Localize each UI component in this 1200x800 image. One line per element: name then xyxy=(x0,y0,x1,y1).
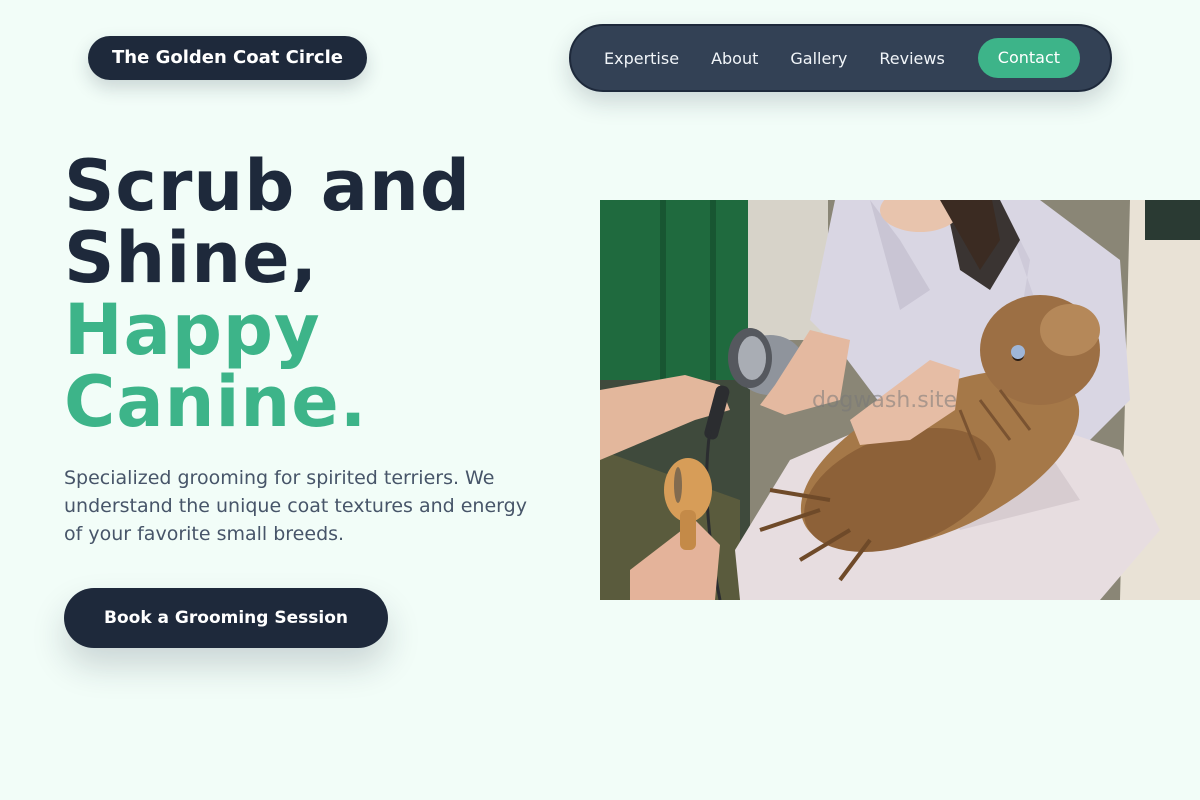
hero-description: Specialized grooming for spirited terrie… xyxy=(64,467,527,545)
main-nav: Expertise About Gallery Reviews Contact xyxy=(569,24,1112,92)
book-grooming-button[interactable]: Book a Grooming Session xyxy=(64,588,388,648)
nav-link-about[interactable]: About xyxy=(711,49,758,68)
hero-title-accent-line-2: Canine. xyxy=(64,361,368,443)
image-watermark: dogwash.site xyxy=(812,388,957,413)
contact-button[interactable]: Contact xyxy=(977,38,1081,78)
nav-link-gallery[interactable]: Gallery xyxy=(790,49,847,68)
hero-title-line-1: Scrub and xyxy=(64,145,471,227)
landing-page: The Golden Coat Circle Expertise About G… xyxy=(0,0,1200,800)
hero-photo: dogwash.site xyxy=(600,200,1200,600)
hero-title-line-2: Shine, xyxy=(64,217,319,299)
hero-title-accent-line-1: Happy xyxy=(64,289,321,371)
hero-title: Scrub and Shine, Happy Canine. xyxy=(64,150,471,438)
nav-link-reviews[interactable]: Reviews xyxy=(879,49,944,68)
nav-link-expertise[interactable]: Expertise xyxy=(604,49,679,68)
brand-logo[interactable]: The Golden Coat Circle xyxy=(88,36,367,80)
